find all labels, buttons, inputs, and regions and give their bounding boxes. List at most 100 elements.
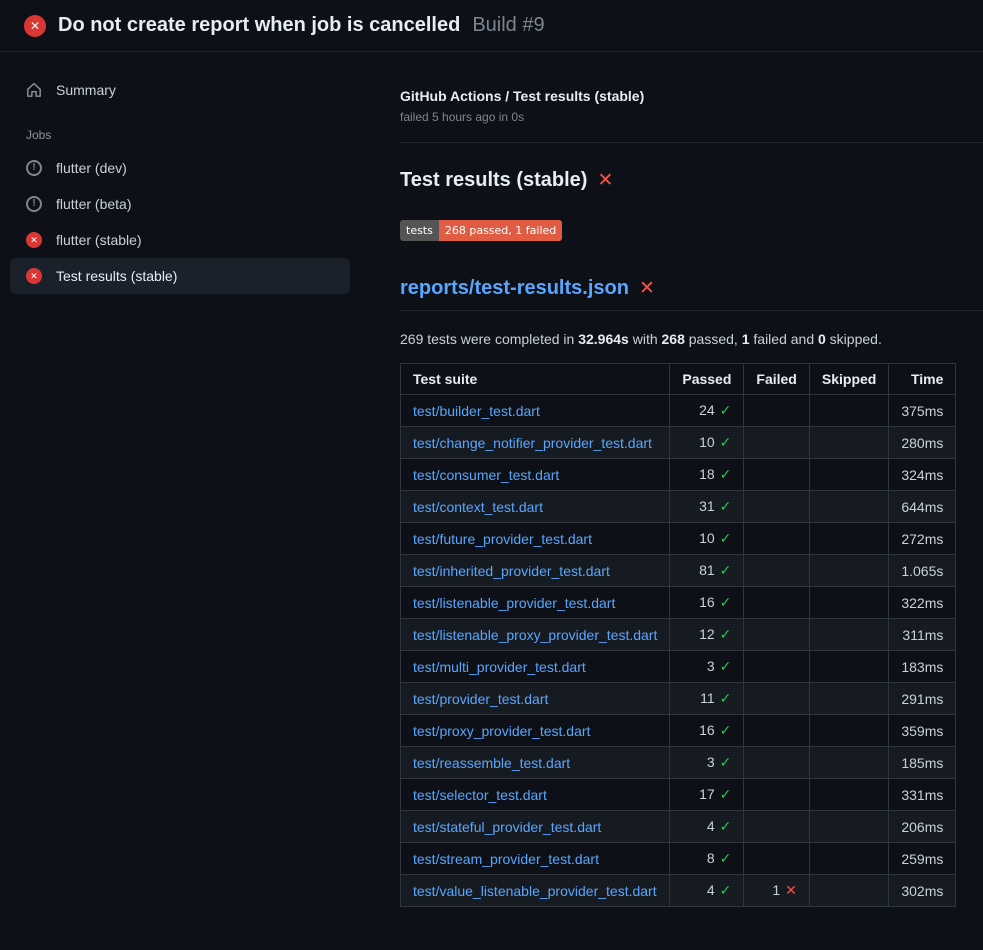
column-header: Skipped [809,364,888,395]
x-circle-icon: ✕ [26,268,42,284]
breadcrumb: GitHub Actions / Test results (stable) [400,88,983,104]
count-value: 4 [707,818,715,834]
suite-link[interactable]: test/provider_test.dart [413,691,548,707]
table-row: test/multi_provider_test.dart3✓183ms [401,651,956,683]
table-row: test/stream_provider_test.dart8✓259ms [401,843,956,875]
column-header: Test suite [401,364,670,395]
passed-cell: 3✓ [670,747,744,779]
passed-cell: 8✓ [670,843,744,875]
failed-cell [744,843,809,875]
check-icon: ✓ [720,690,732,706]
passed-cell: 4✓ [670,811,744,843]
table-row: test/builder_test.dart24✓375ms [401,395,956,427]
failed-cell [744,427,809,459]
suite-link[interactable]: test/consumer_test.dart [413,467,559,483]
summary-text: with [629,331,662,347]
count-value: 1 [772,882,780,898]
suite-link[interactable]: test/change_notifier_provider_test.dart [413,435,652,451]
run-title: Do not create report when job is cancell… [58,14,460,37]
skipped-cell [809,555,888,587]
results-table-body: test/builder_test.dart24✓375mstest/chang… [401,395,956,907]
table-row: test/context_test.dart31✓644ms [401,491,956,523]
check-icon: ✓ [720,818,732,834]
count-value: 16 [699,722,715,738]
suite-link[interactable]: test/reassemble_test.dart [413,755,570,771]
suite-link[interactable]: test/stream_provider_test.dart [413,851,599,867]
count-value: 10 [699,434,715,450]
suite-link[interactable]: test/builder_test.dart [413,403,540,419]
sidebar-item-label: flutter (beta) [56,196,131,212]
count-value: 81 [699,562,715,578]
failed-cell [744,555,809,587]
sidebar-item-label: Test results (stable) [56,268,177,284]
suite-link[interactable]: test/selector_test.dart [413,787,547,803]
table-row: test/inherited_provider_test.dart81✓1.06… [401,555,956,587]
suite-link[interactable]: test/proxy_provider_test.dart [413,723,590,739]
count-value: 17 [699,786,715,802]
sidebar-item-summary[interactable]: Summary [10,72,350,108]
passed-cell: 17 ✓ [670,779,744,811]
time-cell: 359ms [889,715,956,747]
suite-link[interactable]: test/listenable_proxy_provider_test.dart [413,627,657,643]
time-cell: 311ms [889,619,956,651]
failed-cell [744,651,809,683]
passed-cell: 16✓ [670,715,744,747]
sidebar-item-flutter-beta-[interactable]: !flutter (beta) [10,186,350,222]
report-link[interactable]: reports/test-results.json [400,277,629,300]
run-meta: failed 5 hours ago in 0s [400,110,983,124]
passed-cell: 31✓ [670,491,744,523]
results-table: Test suitePassedFailedSkippedTime test/b… [400,363,956,907]
suite-link[interactable]: test/stateful_provider_test.dart [413,819,601,835]
suite-link[interactable]: test/multi_provider_test.dart [413,659,586,675]
suite-link[interactable]: test/listenable_provider_test.dart [413,595,615,611]
table-row: test/selector_test.dart17✓331ms [401,779,956,811]
suite-link[interactable]: test/future_provider_test.dart [413,531,592,547]
check-icon: ✓ [720,530,732,546]
failed-cell [744,747,809,779]
count-value: 16 [699,594,715,610]
alert-circle-icon: ! [26,160,42,176]
failed-cell [744,459,809,491]
summary-text: passed, [685,331,742,347]
passed-cell: 81 ✓ [670,555,744,587]
time-cell: 272ms [889,523,956,555]
skipped-cell [809,395,888,427]
suite-cell: test/future_provider_test.dart [401,523,670,555]
check-icon: ✓ [720,594,732,610]
summary-text: 0 [818,331,826,347]
suite-link[interactable]: test/inherited_provider_test.dart [413,563,610,579]
sidebar-item-flutter-stable-[interactable]: ✕flutter (stable) [10,222,350,258]
failed-cell [744,715,809,747]
skipped-cell [809,843,888,875]
check-icon: ✓ [720,562,732,578]
check-icon: ✓ [720,882,732,898]
results-table-header-row: Test suitePassedFailedSkippedTime [401,364,956,395]
count-value: 4 [707,882,715,898]
passed-cell: 18✓ [670,459,744,491]
passed-cell: 11✓ [670,683,744,715]
suite-cell: test/reassemble_test.dart [401,747,670,779]
suite-link[interactable]: test/value_listenable_provider_test.dart [413,883,657,899]
table-row: test/stateful_provider_test.dart4✓206ms [401,811,956,843]
suite-cell: test/proxy_provider_test.dart [401,715,670,747]
table-row: test/value_listenable_provider_test.dart… [401,875,956,907]
sidebar-item-flutter-dev-[interactable]: !flutter (dev) [10,150,350,186]
count-value: 12 [699,626,715,642]
table-row: test/listenable_provider_test.dart16✓322… [401,587,956,619]
suite-link[interactable]: test/context_test.dart [413,499,543,515]
summary-text: 32.964s [578,331,629,347]
suite-cell: test/inherited_provider_test.dart [401,555,670,587]
suite-cell: test/context_test.dart [401,491,670,523]
sidebar-item-label: Summary [56,82,116,98]
check-icon: ✓ [720,786,732,802]
time-cell: 324ms [889,459,956,491]
time-cell: 302ms [889,875,956,907]
check-icon: ✓ [720,850,732,866]
sidebar-item-test-results-stable-[interactable]: ✕ Test results (stable) [10,258,350,294]
suite-cell: test/selector_test.dart [401,779,670,811]
sidebar: Summary Jobs !flutter (dev)!flutter (bet… [0,52,360,314]
failed-cell [744,619,809,651]
table-row: test/change_notifier_provider_test.dart 1… [401,427,956,459]
skipped-cell [809,875,888,907]
summary-text: skipped. [826,331,882,347]
